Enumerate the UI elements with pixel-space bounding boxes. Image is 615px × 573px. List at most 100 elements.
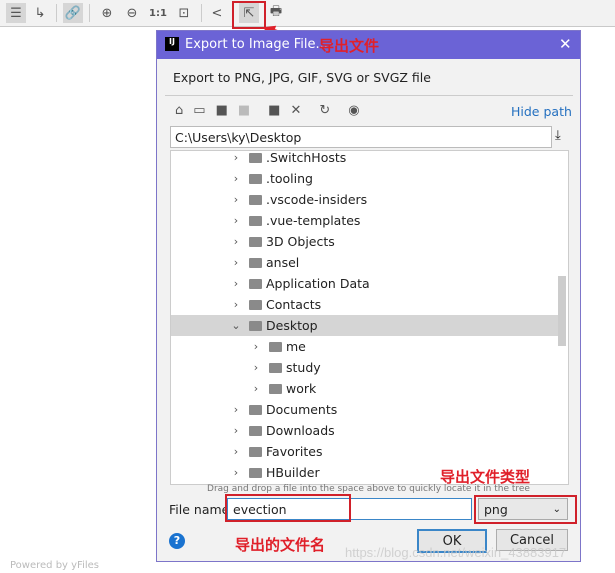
desktop-icon[interactable]: ▭ xyxy=(193,103,205,118)
actual-size-button[interactable]: 1:1 xyxy=(148,3,168,23)
annotation-export-file: 导出文件 xyxy=(319,37,380,55)
tree-item-label: .vue-templates xyxy=(266,213,361,228)
chevron-right-icon[interactable]: › xyxy=(231,214,241,227)
chevron-right-icon[interactable]: › xyxy=(231,256,241,269)
hide-path-link[interactable]: Hide path xyxy=(511,104,572,119)
help-icon[interactable]: ? xyxy=(169,533,185,549)
tree-item-label: Downloads xyxy=(266,423,335,438)
watermark: https://blog.csdn.net/weixin_43883917 xyxy=(345,545,567,560)
divider xyxy=(56,4,57,22)
folder-icon xyxy=(249,236,262,247)
refresh-icon[interactable]: ↻ xyxy=(319,103,330,118)
tree-item[interactable]: › work xyxy=(171,378,559,399)
tree-item-label: work xyxy=(286,381,317,396)
chevron-right-icon[interactable]: › xyxy=(231,193,241,206)
tree-item-label: 3D Objects xyxy=(266,234,335,249)
folder-icon xyxy=(249,152,262,163)
fit-icon[interactable]: ⊡ xyxy=(174,3,194,23)
folder-icon xyxy=(249,404,262,415)
delete-icon[interactable]: ✕ xyxy=(290,103,301,118)
show-hidden-icon[interactable]: ◉ xyxy=(348,103,359,118)
chevron-right-icon[interactable]: › xyxy=(231,277,241,290)
tree-item-label: Favorites xyxy=(266,444,323,459)
tree-item[interactable]: › Downloads xyxy=(171,420,559,441)
file-name-highlight xyxy=(225,494,351,522)
tree-item-label: Desktop xyxy=(266,318,318,333)
link-icon[interactable]: 🔗 xyxy=(63,3,83,23)
hierarchy-icon[interactable]: < xyxy=(207,3,227,23)
folder-icon xyxy=(249,467,262,478)
tree-item-label: .tooling xyxy=(266,171,313,186)
dialog-title: Export to Image File... xyxy=(185,37,328,52)
divider xyxy=(89,4,90,22)
tree-item-label: ansel xyxy=(266,255,300,270)
chevron-right-icon[interactable]: › xyxy=(231,445,241,458)
folder-icon xyxy=(249,320,262,331)
divider xyxy=(201,4,202,22)
tree-item-label: HBuilder xyxy=(266,465,320,480)
folder-icon xyxy=(249,257,262,268)
new-folder-icon[interactable]: ■ xyxy=(268,103,280,118)
settings-icon[interactable]: ☰ xyxy=(6,3,26,23)
tree-item-label: Application Data xyxy=(266,276,370,291)
tree-item-label: study xyxy=(286,360,321,375)
chevron-right-icon[interactable]: › xyxy=(231,403,241,416)
project-folder-icon[interactable]: ■ xyxy=(216,103,228,118)
tree-item-label: .vscode-insiders xyxy=(266,192,368,207)
folder-icon xyxy=(269,341,282,352)
tree-item-label: me xyxy=(286,339,306,354)
edge-route-icon[interactable]: ↳ xyxy=(30,3,50,23)
export-highlight xyxy=(232,1,266,29)
folder-icon xyxy=(249,299,262,310)
toolbar: ☰ ↳ 🔗 ⊕ ⊖ 1:1 ⊡ < ⇱ 🖶 xyxy=(0,0,615,27)
chevron-right-icon[interactable]: › xyxy=(231,151,241,164)
folder-icon xyxy=(249,278,262,289)
tree-item[interactable]: › Application Data xyxy=(171,273,559,294)
tree-item[interactable]: ⌄ Desktop xyxy=(171,315,559,336)
path-input[interactable]: C:\Users\ky\Desktop xyxy=(170,126,552,148)
chevron-right-icon[interactable]: › xyxy=(251,361,261,374)
tree-item[interactable]: › .vscode-insiders xyxy=(171,189,559,210)
scrollbar[interactable] xyxy=(558,276,566,346)
tree-item[interactable]: › study xyxy=(171,357,559,378)
tree-item[interactable]: › me xyxy=(171,336,559,357)
tree-item[interactable]: › Favorites xyxy=(171,441,559,462)
tree-item[interactable]: › .SwitchHosts xyxy=(171,147,559,168)
chevron-right-icon[interactable]: › xyxy=(251,382,261,395)
intellij-logo-icon: IJ xyxy=(165,37,179,51)
tree-item[interactable]: › ansel xyxy=(171,252,559,273)
chevron-right-icon[interactable]: › xyxy=(231,235,241,248)
folder-icon xyxy=(249,425,262,436)
folder-icon xyxy=(249,173,262,184)
folder-icon xyxy=(249,194,262,205)
tree-item[interactable]: › .tooling xyxy=(171,168,559,189)
module-folder-icon[interactable]: ■ xyxy=(238,103,250,118)
divider xyxy=(165,95,573,96)
download-icon[interactable]: ⤓ xyxy=(555,128,561,143)
tree-item-label: Contacts xyxy=(266,297,322,312)
dialog-titlebar: IJ Export to Image File... 导出文件 ✕ xyxy=(157,31,580,59)
folder-icon xyxy=(269,362,282,373)
file-name-label: File name: xyxy=(169,502,234,517)
close-icon[interactable]: ✕ xyxy=(559,35,572,53)
file-tree[interactable]: › .SwitchHosts › .tooling › .vscode-insiders ›… xyxy=(170,150,569,485)
tree-item[interactable]: › 3D Objects xyxy=(171,231,559,252)
chevron-right-icon[interactable]: › xyxy=(231,298,241,311)
file-toolbar: ⌂ ▭ ■ ■ ■ ✕ ↻ ◉ xyxy=(175,103,360,118)
tree-item[interactable]: › Documents xyxy=(171,399,559,420)
chevron-right-icon[interactable]: › xyxy=(251,340,261,353)
annotation-file-name: 导出的文件名 xyxy=(235,536,326,554)
file-type-highlight xyxy=(474,495,577,524)
chevron-right-icon[interactable]: › xyxy=(231,466,241,479)
tree-item[interactable]: › Contacts xyxy=(171,294,559,315)
tree-item[interactable]: › .vue-templates xyxy=(171,210,559,231)
zoom-in-icon[interactable]: ⊕ xyxy=(97,3,117,23)
zoom-out-icon[interactable]: ⊖ xyxy=(122,3,142,23)
tree-item-label: .SwitchHosts xyxy=(266,150,347,165)
folder-icon xyxy=(249,446,262,457)
folder-icon xyxy=(269,383,282,394)
chevron-down-icon[interactable]: ⌄ xyxy=(231,319,241,332)
chevron-right-icon[interactable]: › xyxy=(231,424,241,437)
chevron-right-icon[interactable]: › xyxy=(231,172,241,185)
home-icon[interactable]: ⌂ xyxy=(175,103,183,118)
